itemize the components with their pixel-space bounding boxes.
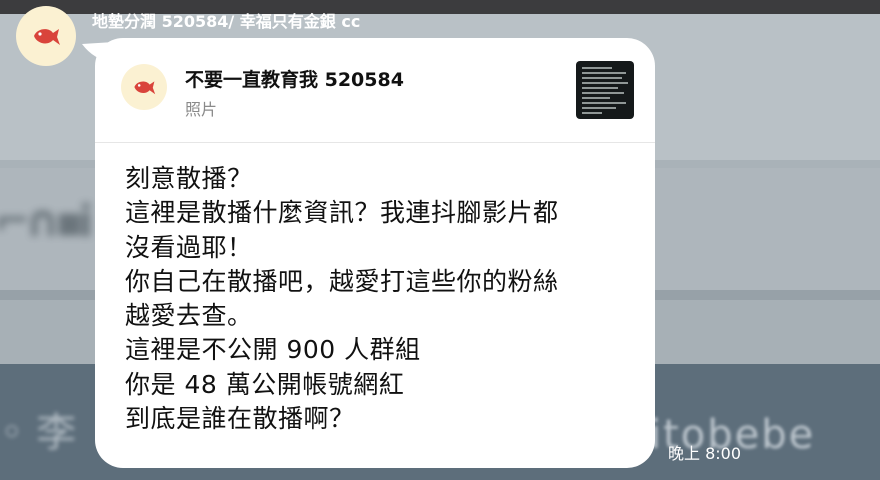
reply-avatar [121, 64, 167, 110]
sender-avatar[interactable] [16, 6, 76, 66]
message-text[interactable]: 刻意散播？ 這裡是散播什麼資訊？我連抖腳影片都 沒看過耶！ 你自己在散播吧，越愛… [125, 162, 640, 436]
reply-preview[interactable]: 不要一直教育我 520584 照片 [95, 38, 655, 143]
message-line: 刻意散播？ [125, 164, 253, 193]
message-line: 你是 48 萬公開帳號網紅 [125, 369, 405, 399]
message-line: 到底是誰在散播啊？ [125, 404, 355, 434]
red-fish-icon [34, 29, 60, 45]
chat-screen: ⌐∩▪ⅰ ◦ 李 itobebe 地墊分潤 520584/ 幸福只有金銀 cc … [0, 0, 880, 480]
blurred-background-text: ⌐∩▪ⅰ [0, 196, 94, 247]
reply-sender-name: 不要一直教育我 520584 [185, 69, 404, 91]
message-timestamp: 晚上 8:00 [668, 444, 742, 463]
reply-photo-thumbnail[interactable] [576, 61, 634, 119]
message-line: 你自己在散播吧，越愛打這些你的粉絲 [125, 266, 559, 296]
message-line: 這裡是散播什麼資訊？我連抖腳影片都 [125, 198, 559, 228]
message-line: 越愛去查。 [125, 301, 253, 331]
sender-name[interactable]: 地墊分潤 520584/ 幸福只有金銀 cc [92, 8, 360, 32]
message-line: 這裡是不公開 900 人群組 [125, 335, 421, 365]
message-bubble[interactable]: 不要一直教育我 520584 照片 刻意散播？ 這裡是散播什麼資訊？我連抖腳影片… [95, 38, 655, 468]
red-fish-icon [134, 81, 156, 95]
reply-content-type: 照片 [185, 100, 218, 119]
message-line: 沒看過耶！ [125, 232, 253, 262]
